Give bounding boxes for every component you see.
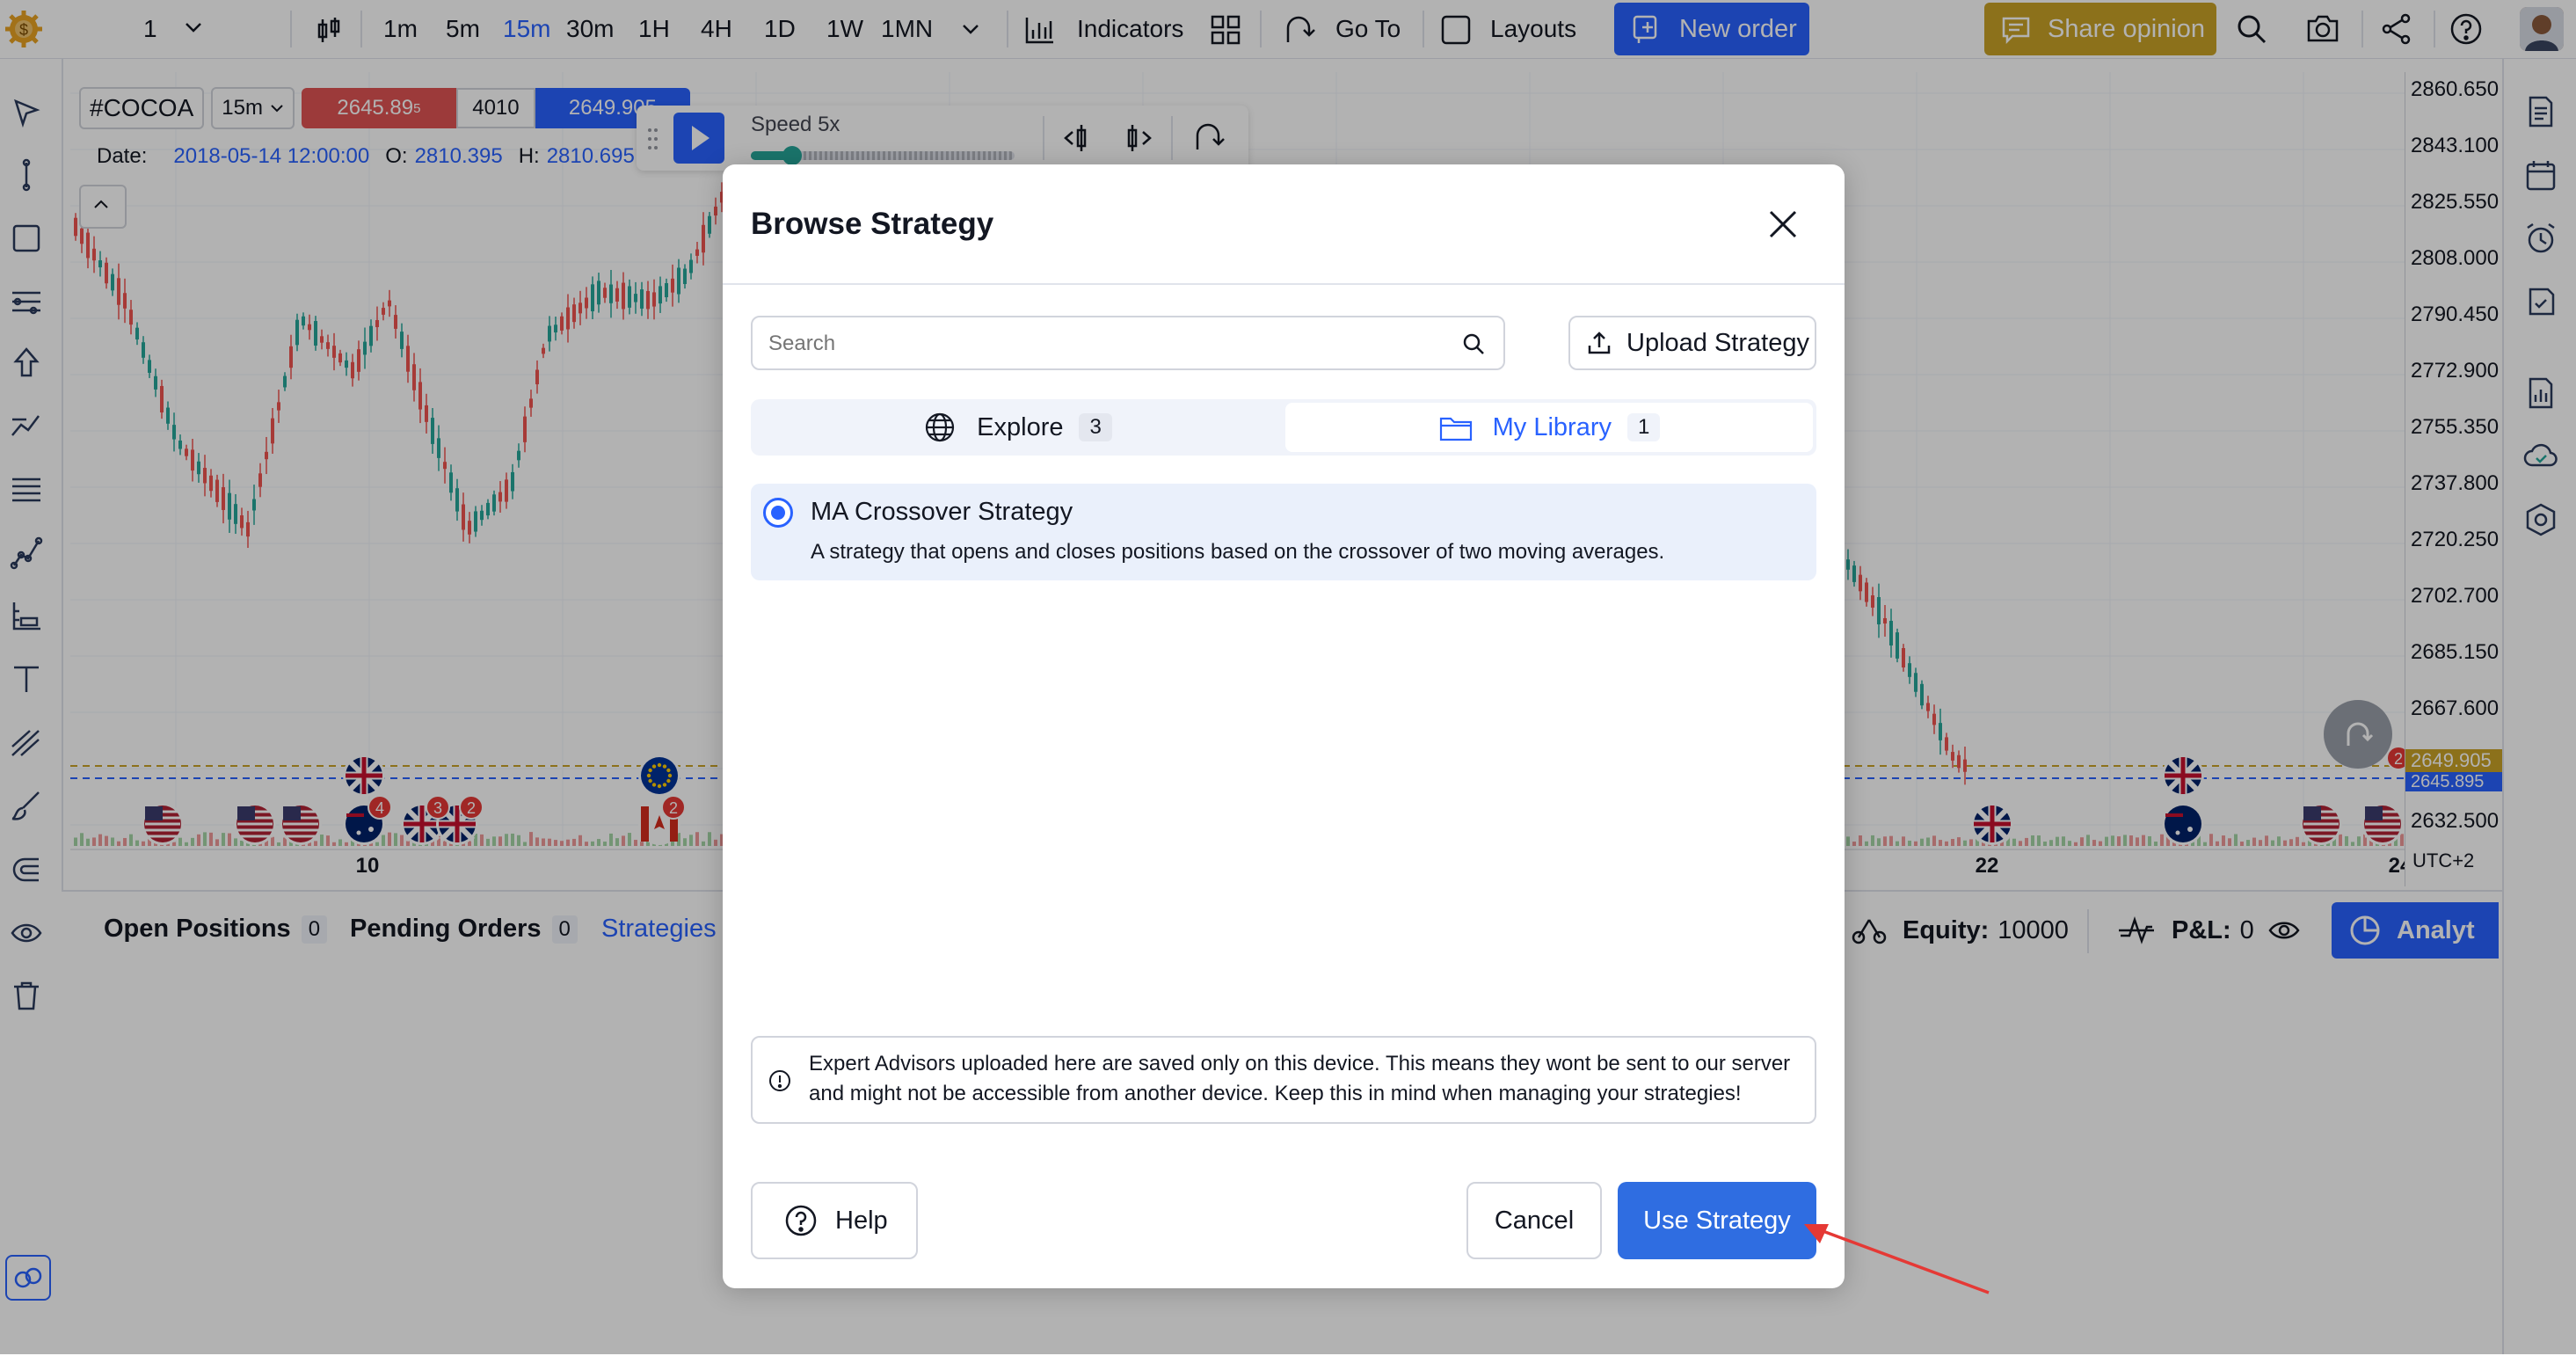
tab-my-library-label: My Library bbox=[1492, 412, 1612, 441]
search-field[interactable] bbox=[751, 316, 1505, 370]
device-storage-notice: Expert Advisors uploaded here are saved … bbox=[751, 1036, 1816, 1124]
list-item[interactable]: MA Crossover Strategy A strategy that op… bbox=[751, 484, 1816, 580]
globe-icon bbox=[926, 412, 955, 442]
divider bbox=[723, 283, 1845, 285]
library-tabs: Explore 3 My Library 1 bbox=[751, 399, 1816, 456]
close-icon[interactable] bbox=[1765, 207, 1801, 242]
dialog-title: Browse Strategy bbox=[751, 207, 994, 241]
upload-icon bbox=[1588, 332, 1611, 354]
use-strategy-label: Use Strategy bbox=[1643, 1206, 1791, 1235]
strategy-radio[interactable] bbox=[763, 498, 793, 528]
search-input[interactable] bbox=[767, 328, 1438, 360]
help-icon bbox=[785, 1205, 817, 1236]
folder-icon bbox=[1439, 417, 1472, 441]
notice-line-1: Expert Advisors uploaded here are saved … bbox=[809, 1052, 1791, 1075]
tab-explore-count: 3 bbox=[1079, 413, 1112, 441]
radio-dot bbox=[771, 506, 785, 520]
tab-my-library[interactable]: My Library 1 bbox=[1285, 403, 1813, 452]
help-label: Help bbox=[835, 1206, 888, 1235]
annotation-arrow-icon bbox=[1804, 1224, 1990, 1294]
strategy-description: A strategy that opens and closes positio… bbox=[811, 540, 1665, 564]
notice-line-2: and might not be accessible from another… bbox=[809, 1082, 1742, 1105]
tab-my-library-count: 1 bbox=[1627, 413, 1661, 441]
cancel-label: Cancel bbox=[1494, 1206, 1575, 1235]
use-strategy-button[interactable]: Use Strategy bbox=[1618, 1182, 1816, 1259]
tab-explore-label: Explore bbox=[977, 412, 1064, 441]
info-icon bbox=[769, 1070, 790, 1091]
tab-explore[interactable]: Explore 3 bbox=[754, 403, 1282, 452]
cancel-button[interactable]: Cancel bbox=[1466, 1182, 1602, 1259]
browse-strategy-dialog: Browse Strategy Upload Strategy Explore … bbox=[723, 164, 1845, 1288]
help-button[interactable]: Help bbox=[751, 1182, 918, 1259]
strategy-name: MA Crossover Strategy bbox=[811, 498, 1073, 526]
search-icon[interactable] bbox=[1461, 332, 1486, 356]
upload-strategy-button[interactable]: Upload Strategy bbox=[1568, 316, 1816, 370]
upload-strategy-label: Upload Strategy bbox=[1626, 328, 1809, 357]
